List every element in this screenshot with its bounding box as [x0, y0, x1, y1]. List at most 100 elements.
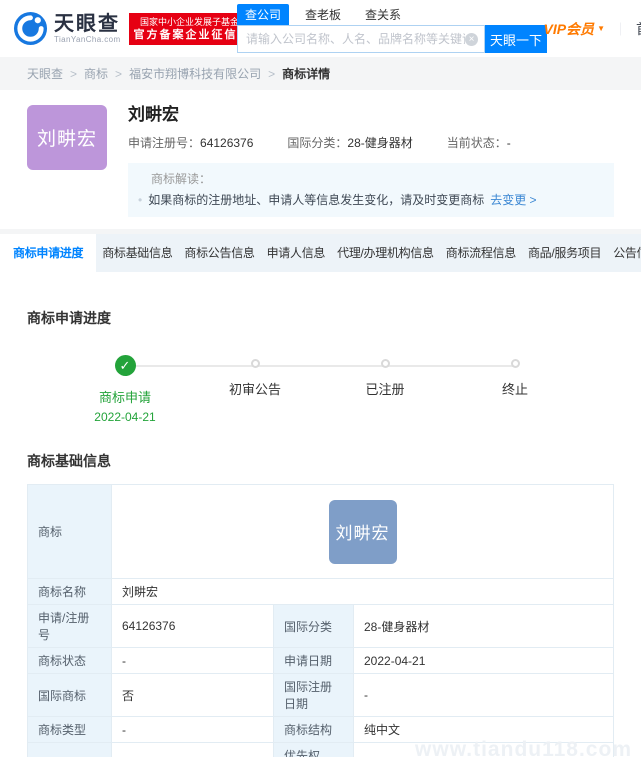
header-partial-item[interactable]: 首 — [636, 19, 641, 39]
step-label: 终止 — [501, 382, 528, 397]
table-row: 商标名称 刘畊宏 — [28, 579, 613, 605]
summary-main: 刘畊宏 申请注册号：64126376 国际分类：28-健身器材 当前状态：- 商标解… — [128, 105, 614, 217]
field-value: - — [506, 136, 511, 150]
search-tab-查老板[interactable]: 查老板 — [297, 4, 349, 25]
field-label: 国际分类： — [287, 136, 348, 150]
table-row: 商标状态 - 申请日期 2022-04-21 — [28, 648, 613, 674]
progress-track: ✓ 商标申请 2022-04-21 初审公告 已注册 终止 — [60, 355, 580, 425]
trademark-logo-purple: 刘畊宏 — [27, 105, 107, 170]
breadcrumb: 天眼查 > 商标 > 福安市翔博科技有限公司 > 商标详情 — [0, 57, 641, 90]
main-content: 商标申请进度 ✓ 商标申请 2022-04-21 初审公告 已注册 终止 商标基础信息 商… — [0, 272, 641, 757]
interpretation-text: 如果商标的注册地址、申请人等信息发生变化，请及时变更商标 — [148, 193, 485, 207]
search-tab-查公司[interactable]: 查公司 — [237, 4, 290, 25]
tianyancha-eye-icon — [13, 11, 48, 46]
breadcrumb-link[interactable]: 福安市翔博科技有限公司 — [129, 65, 261, 82]
go-change-link[interactable]: 去变更 > — [490, 192, 536, 208]
summary-field: 国际分类：28-健身器材 — [287, 134, 412, 151]
header-right: VIP会员 ▼ ｜ 首 — [543, 0, 641, 57]
search-tab-查关系[interactable]: 查关系 — [357, 4, 409, 25]
table-row: 商标 刘畊宏 — [28, 485, 613, 579]
brand-domain: TianYanCha.com — [54, 35, 121, 44]
table-row: 国际商标否国际注册日期 - — [28, 674, 613, 717]
breadcrumb-separator: > — [70, 66, 78, 81]
table-label-cell: 商标类型 — [28, 717, 111, 742]
field-value: 64126376 — [200, 136, 254, 150]
field-value: 28-健身器材 — [347, 136, 413, 150]
progress-step-终止: 终止 — [450, 355, 580, 425]
tab-商标申请进度[interactable]: 商标申请进度 — [0, 234, 97, 272]
table-label-cell: 国际注册日期 — [273, 674, 353, 716]
header-divider: ｜ — [613, 22, 627, 37]
bullet-icon: • — [138, 193, 143, 207]
table-label-cell: 申请/注册号 — [28, 605, 111, 647]
step-label: 已注册 — [365, 382, 405, 397]
table-value-cell: 64126376 — [111, 605, 273, 647]
search-tabs: 查公司 查老板 查关系 — [237, 4, 547, 25]
field-label: 当前状态： — [446, 136, 507, 150]
table-value-cell: 2022-04-21 — [353, 648, 613, 673]
tab-公告信息[interactable]: 公告信息 — [607, 234, 641, 272]
table-label-cell: 商标结构 — [273, 717, 353, 742]
breadcrumb-separator: > — [115, 66, 123, 81]
table-label-cell: 申请日期 — [273, 648, 353, 673]
pending-circle-icon — [380, 359, 390, 368]
table-label-cell: 商标状态 — [28, 648, 111, 673]
check-circle-icon: ✓ — [114, 355, 136, 376]
trademark-summary-card: 刘畊宏 刘畊宏 申请注册号：64126376 国际分类：28-健身器材 当前状态：-… — [0, 90, 641, 229]
table-value-cell: 否 — [111, 674, 273, 716]
brand-text-block: 天眼查 TianYanCha.com — [54, 13, 121, 44]
clear-icon[interactable]: × — [465, 32, 478, 46]
field-label: 申请注册号： — [128, 136, 201, 150]
tab-申请人信息[interactable]: 申请人信息 — [261, 234, 332, 272]
breadcrumb-link[interactable]: 商标 — [84, 65, 108, 82]
step-label: 商标申请 — [98, 390, 151, 405]
vip-member-link[interactable]: VIP会员 — [543, 19, 594, 39]
search-area: 查公司查老板查关系 × 天眼一下 — [237, 4, 547, 53]
step-label: 初审公告 — [228, 382, 281, 397]
table-label-cell: 国际商标 — [28, 674, 111, 716]
tab-商品/服务项目[interactable]: 商品/服务项目 — [522, 234, 607, 272]
summary-field: 当前状态：- — [447, 134, 511, 151]
table-label-cell: 商标 — [28, 485, 111, 578]
table-value-cell: 纯中文 — [353, 717, 613, 742]
page-title: 刘畊宏 — [128, 105, 179, 124]
step-date: 2022-04-21 — [94, 410, 156, 424]
table-value-cell: - — [353, 743, 613, 757]
trademark-image-blue: 刘畊宏 — [328, 499, 397, 564]
tab-代理/办理机构信息[interactable]: 代理/办理机构信息 — [331, 234, 440, 272]
tianyancha-logo[interactable]: 天眼查 TianYanCha.com — [13, 11, 121, 46]
table-label-cell: 优先权日期? — [273, 743, 353, 757]
tab-商标基础信息[interactable]: 商标基础信息 — [96, 234, 178, 272]
brand-name: 天眼查 — [54, 13, 120, 35]
breadcrumb-current: 商标详情 — [282, 67, 331, 81]
progress-step-商标申请: ✓ 商标申请 2022-04-21 — [60, 355, 190, 425]
table-label-cell: 商标名称 — [28, 579, 111, 604]
summary-fields: 申请注册号：64126376 国际分类：28-健身器材 当前状态：- — [128, 134, 614, 151]
progress-section-title: 商标申请进度 — [27, 310, 111, 326]
chevron-down-icon[interactable]: ▼ — [597, 24, 605, 33]
table-row: 商标形式-优先权日期?- — [28, 743, 613, 757]
table-value-cell: - — [353, 674, 613, 716]
pending-circle-icon — [250, 359, 260, 368]
search-input[interactable] — [238, 32, 465, 46]
progress-step-已注册: 已注册 — [320, 355, 450, 425]
progress-step-初审公告: 初审公告 — [190, 355, 320, 425]
interpretation-heading: 商标解读： — [151, 172, 212, 186]
basic-info-table: 商标 刘畊宏 商标名称 刘畊宏 申请/注册号 64126376 国际分类 28-健身器材 商标状… — [27, 484, 614, 757]
tab-商标公告信息[interactable]: 商标公告信息 — [178, 234, 260, 272]
search-input-wrap: × — [237, 25, 485, 53]
table-value-cell: - — [111, 648, 273, 673]
table-value-cell: - — [111, 743, 273, 757]
tab-商标流程信息[interactable]: 商标流程信息 — [440, 234, 522, 272]
search-row: × 天眼一下 — [237, 25, 547, 53]
breadcrumb-separator: > — [268, 66, 276, 81]
site-header: 天眼查 TianYanCha.com 国家中小企业发展子基金旗下 官方备案企业征… — [0, 0, 641, 57]
table-row: 申请/注册号 64126376 国际分类 28-健身器材 — [28, 605, 613, 648]
table-value-cell: - — [111, 717, 273, 742]
search-button[interactable]: 天眼一下 — [485, 25, 547, 53]
table-value-cell: 28-健身器材 — [353, 605, 613, 647]
interpretation-line: • 如果商标的注册地址、申请人等信息发生变化，请及时变更商标 去变更 > — [138, 192, 604, 208]
breadcrumb-link[interactable]: 天眼查 — [27, 65, 63, 82]
pending-circle-icon — [510, 359, 520, 368]
table-row: 商标类型 - 商标结构 纯中文 — [28, 717, 613, 743]
